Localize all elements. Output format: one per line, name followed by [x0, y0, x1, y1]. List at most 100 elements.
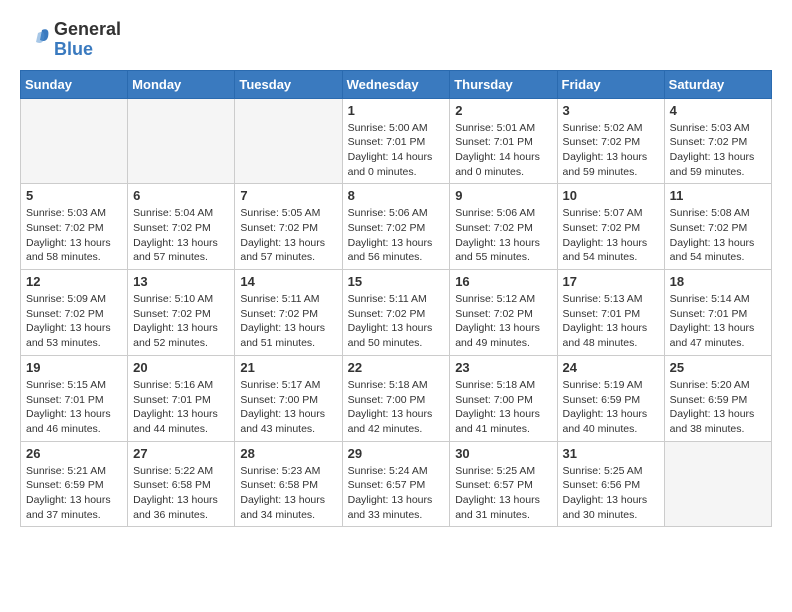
- calendar-cell: 14 Sunrise: 5:11 AM Sunset: 7:02 PM Dayli…: [235, 270, 342, 356]
- day-number: 16: [455, 274, 551, 289]
- calendar-cell: 8Sunrise: 5:06 AM Sunset: 7:02 PM Daylig…: [342, 184, 450, 270]
- day-info: Sunrise: 5:13 AM Sunset: 7:01 PM Dayligh…: [563, 292, 659, 351]
- day-number: 1: [348, 103, 445, 118]
- calendar-cell: 24 Sunrise: 5:19 AM Sunset: 6:59 PM Dayli…: [557, 355, 664, 441]
- calendar-cell: 15Sunrise: 5:11 AM Sunset: 7:02 PM Dayli…: [342, 270, 450, 356]
- day-info: Sunrise: 5:25 AM Sunset: 6:56 PM Dayligh…: [563, 464, 659, 523]
- day-number: 21: [240, 360, 336, 375]
- day-number: 24: [563, 360, 659, 375]
- day-number: 11: [670, 188, 766, 203]
- calendar-cell: 27 Sunrise: 5:22 AM Sunset: 6:58 PM Dayli…: [128, 441, 235, 527]
- weekday-header-saturday: Saturday: [664, 70, 771, 98]
- day-info: Sunrise: 5:25 AM Sunset: 6:57 PM Dayligh…: [455, 464, 551, 523]
- day-number: 5: [26, 188, 122, 203]
- day-info: Sunrise: 5:19 AM Sunset: 6:59 PM Dayligh…: [563, 378, 659, 437]
- day-info: Sunrise: 5:05 AM Sunset: 7:02 PM Dayligh…: [240, 206, 336, 265]
- day-info: Sunrise: 5:16 AM Sunset: 7:01 PM Dayligh…: [133, 378, 229, 437]
- calendar-week-row: 19 Sunrise: 5:15 AM Sunset: 7:01 PM Dayli…: [21, 355, 772, 441]
- calendar-cell: 17 Sunrise: 5:13 AM Sunset: 7:01 PM Dayli…: [557, 270, 664, 356]
- calendar-cell: 25 Sunrise: 5:20 AM Sunset: 6:59 PM Dayli…: [664, 355, 771, 441]
- day-number: 27: [133, 446, 229, 461]
- day-info: Sunrise: 5:08 AM Sunset: 7:02 PM Dayligh…: [670, 206, 766, 265]
- calendar-week-row: 26 Sunrise: 5:21 AM Sunset: 6:59 PM Dayli…: [21, 441, 772, 527]
- day-number: 18: [670, 274, 766, 289]
- calendar-cell: 26 Sunrise: 5:21 AM Sunset: 6:59 PM Dayli…: [21, 441, 128, 527]
- calendar-cell: 2Sunrise: 5:01 AM Sunset: 7:01 PM Daylig…: [450, 98, 557, 184]
- weekday-header-sunday: Sunday: [21, 70, 128, 98]
- weekday-header-tuesday: Tuesday: [235, 70, 342, 98]
- day-info: Sunrise: 5:09 AM Sunset: 7:02 PM Dayligh…: [26, 292, 122, 351]
- calendar-cell: 7 Sunrise: 5:05 AM Sunset: 7:02 PM Daylig…: [235, 184, 342, 270]
- day-number: 6: [133, 188, 229, 203]
- calendar-cell: 3Sunrise: 5:02 AM Sunset: 7:02 PM Daylig…: [557, 98, 664, 184]
- calendar-cell: 30 Sunrise: 5:25 AM Sunset: 6:57 PM Dayli…: [450, 441, 557, 527]
- day-number: 13: [133, 274, 229, 289]
- day-info: Sunrise: 5:11 AM Sunset: 7:02 PM Dayligh…: [240, 292, 336, 351]
- calendar-cell: 23 Sunrise: 5:18 AM Sunset: 7:00 PM Dayli…: [450, 355, 557, 441]
- day-number: 7: [240, 188, 336, 203]
- calendar-week-row: 12Sunrise: 5:09 AM Sunset: 7:02 PM Dayli…: [21, 270, 772, 356]
- day-number: 2: [455, 103, 551, 118]
- day-info: Sunrise: 5:23 AM Sunset: 6:58 PM Dayligh…: [240, 464, 336, 523]
- day-info: Sunrise: 5:20 AM Sunset: 6:59 PM Dayligh…: [670, 378, 766, 437]
- calendar-cell: 12Sunrise: 5:09 AM Sunset: 7:02 PM Dayli…: [21, 270, 128, 356]
- calendar-cell: 1 Sunrise: 5:00 AM Sunset: 7:01 PM Daylig…: [342, 98, 450, 184]
- weekday-header-monday: Monday: [128, 70, 235, 98]
- day-info: Sunrise: 5:00 AM Sunset: 7:01 PM Dayligh…: [348, 121, 445, 180]
- calendar-cell: 4Sunrise: 5:03 AM Sunset: 7:02 PM Daylig…: [664, 98, 771, 184]
- day-number: 19: [26, 360, 122, 375]
- calendar-week-row: 1 Sunrise: 5:00 AM Sunset: 7:01 PM Daylig…: [21, 98, 772, 184]
- calendar-table: SundayMondayTuesdayWednesdayThursdayFrid…: [20, 70, 772, 528]
- calendar-cell: [128, 98, 235, 184]
- calendar-cell: 11 Sunrise: 5:08 AM Sunset: 7:02 PM Dayli…: [664, 184, 771, 270]
- day-info: Sunrise: 5:02 AM Sunset: 7:02 PM Dayligh…: [563, 121, 659, 180]
- weekday-header-thursday: Thursday: [450, 70, 557, 98]
- day-number: 26: [26, 446, 122, 461]
- calendar-cell: [21, 98, 128, 184]
- day-info: Sunrise: 5:15 AM Sunset: 7:01 PM Dayligh…: [26, 378, 122, 437]
- day-info: Sunrise: 5:18 AM Sunset: 7:00 PM Dayligh…: [455, 378, 551, 437]
- day-number: 30: [455, 446, 551, 461]
- day-number: 31: [563, 446, 659, 461]
- day-number: 14: [240, 274, 336, 289]
- calendar-cell: 22 Sunrise: 5:18 AM Sunset: 7:00 PM Dayli…: [342, 355, 450, 441]
- day-info: Sunrise: 5:10 AM Sunset: 7:02 PM Dayligh…: [133, 292, 229, 351]
- logo-svg: [20, 25, 50, 55]
- day-info: Sunrise: 5:24 AM Sunset: 6:57 PM Dayligh…: [348, 464, 445, 523]
- day-number: 25: [670, 360, 766, 375]
- day-number: 4: [670, 103, 766, 118]
- day-info: Sunrise: 5:14 AM Sunset: 7:01 PM Dayligh…: [670, 292, 766, 351]
- day-number: 29: [348, 446, 445, 461]
- calendar-cell: 6 Sunrise: 5:04 AM Sunset: 7:02 PM Daylig…: [128, 184, 235, 270]
- calendar-cell: 13 Sunrise: 5:10 AM Sunset: 7:02 PM Dayli…: [128, 270, 235, 356]
- day-info: Sunrise: 5:12 AM Sunset: 7:02 PM Dayligh…: [455, 292, 551, 351]
- day-info: Sunrise: 5:22 AM Sunset: 6:58 PM Dayligh…: [133, 464, 229, 523]
- calendar-cell: 5Sunrise: 5:03 AM Sunset: 7:02 PM Daylig…: [21, 184, 128, 270]
- day-info: Sunrise: 5:04 AM Sunset: 7:02 PM Dayligh…: [133, 206, 229, 265]
- calendar-cell: 28 Sunrise: 5:23 AM Sunset: 6:58 PM Dayli…: [235, 441, 342, 527]
- calendar-cell: 9Sunrise: 5:06 AM Sunset: 7:02 PM Daylig…: [450, 184, 557, 270]
- day-number: 23: [455, 360, 551, 375]
- calendar-cell: 20 Sunrise: 5:16 AM Sunset: 7:01 PM Dayli…: [128, 355, 235, 441]
- day-number: 17: [563, 274, 659, 289]
- day-info: Sunrise: 5:17 AM Sunset: 7:00 PM Dayligh…: [240, 378, 336, 437]
- calendar-cell: [235, 98, 342, 184]
- logo: General Blue: [20, 20, 121, 60]
- day-number: 20: [133, 360, 229, 375]
- day-info: Sunrise: 5:06 AM Sunset: 7:02 PM Dayligh…: [455, 206, 551, 265]
- calendar-cell: 29 Sunrise: 5:24 AM Sunset: 6:57 PM Dayli…: [342, 441, 450, 527]
- day-info: Sunrise: 5:18 AM Sunset: 7:00 PM Dayligh…: [348, 378, 445, 437]
- calendar-cell: 19 Sunrise: 5:15 AM Sunset: 7:01 PM Dayli…: [21, 355, 128, 441]
- calendar-cell: 21 Sunrise: 5:17 AM Sunset: 7:00 PM Dayli…: [235, 355, 342, 441]
- day-number: 22: [348, 360, 445, 375]
- day-info: Sunrise: 5:07 AM Sunset: 7:02 PM Dayligh…: [563, 206, 659, 265]
- calendar-cell: 31 Sunrise: 5:25 AM Sunset: 6:56 PM Dayli…: [557, 441, 664, 527]
- calendar-cell: 10Sunrise: 5:07 AM Sunset: 7:02 PM Dayli…: [557, 184, 664, 270]
- calendar-cell: 16 Sunrise: 5:12 AM Sunset: 7:02 PM Dayli…: [450, 270, 557, 356]
- calendar-cell: [664, 441, 771, 527]
- calendar-cell: 18 Sunrise: 5:14 AM Sunset: 7:01 PM Dayli…: [664, 270, 771, 356]
- day-info: Sunrise: 5:21 AM Sunset: 6:59 PM Dayligh…: [26, 464, 122, 523]
- day-number: 28: [240, 446, 336, 461]
- page-header: General Blue: [20, 20, 772, 60]
- day-number: 15: [348, 274, 445, 289]
